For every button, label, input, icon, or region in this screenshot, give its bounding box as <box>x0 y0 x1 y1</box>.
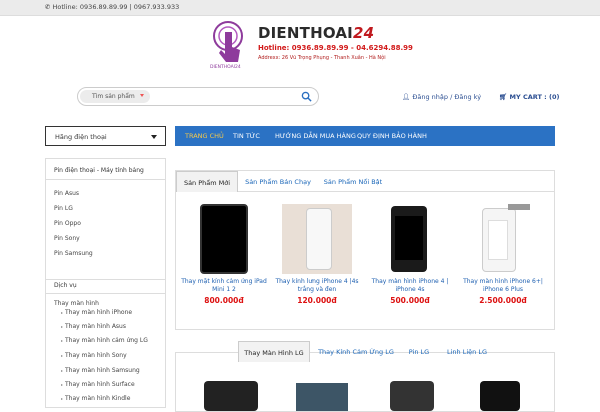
cart-link[interactable]: 🛒︎ MY CART : (0) <box>499 93 560 101</box>
logo-hotline: Hotline: 0936.89.89.99 - 04.6294.88.99 <box>258 44 413 52</box>
product-price: 500.000đ <box>390 296 430 305</box>
chevron-down-icon <box>140 94 144 97</box>
product-name[interactable]: Thay màn hình iPhone 6+| iPhone 6 Plus <box>458 278 548 294</box>
product-price: 800.000đ <box>204 296 244 305</box>
product-card[interactable]: Thay kính lưng iPhone 4 |4s trắng và đen… <box>272 204 362 305</box>
product-card[interactable]: Thay mặt kính cảm ứng iPad Mini 1 2 800.… <box>179 204 269 305</box>
product-image[interactable] <box>375 204 445 274</box>
product-card[interactable]: Thay màn hình iPhone 4 | iPhone 4s 500.0… <box>365 204 455 305</box>
tab-lg-touch-glass[interactable]: Thay Kính Cảm Ứng LG <box>316 341 396 362</box>
nav-home[interactable]: TRANG CHỦ <box>185 132 224 140</box>
product-name[interactable]: Thay kính lưng iPhone 4 |4s trắng và đen <box>272 278 362 294</box>
category-dropdown[interactable]: Hãng điện thoại <box>45 126 166 146</box>
cart-icon: 🛒︎ <box>499 93 510 101</box>
sidebar-title-pin: Pin điện thoại - Máy tính bảng <box>46 167 165 180</box>
tab-featured[interactable]: Sản Phẩm Nổi Bật <box>316 171 390 192</box>
sidebar-item-pin-lg[interactable]: Pin LG <box>54 205 73 212</box>
top-bar: ✆ Hotline: 0936.89.89.99 | 0967.933.933 <box>0 0 600 16</box>
product-image[interactable] <box>296 383 348 411</box>
sidebar-item-screen-parent[interactable]: Thay màn hình <box>54 300 99 307</box>
product-price: 120.000đ <box>297 296 337 305</box>
touch-hand-icon: DIENTHOAI24 <box>210 21 243 70</box>
sidebar-item-screen-surface[interactable]: Thay màn hình Surface <box>61 381 135 388</box>
login-link[interactable]: 👤︎ Đăng nhập / Đăng ký <box>402 93 481 101</box>
product-name[interactable]: Thay mặt kính cảm ứng iPad Mini 1 2 <box>179 278 269 294</box>
tab-lg-screen[interactable]: Thay Màn Hình LG <box>238 341 310 362</box>
sidebar-item-screen-samsung[interactable]: Thay màn hình Samsung <box>61 367 140 374</box>
sidebar-item-screen-sony[interactable]: Thay màn hình Sony <box>61 352 127 359</box>
nav-guide[interactable]: HƯỚNG DẪN MUA HÀNG <box>275 132 356 140</box>
tab-lg-battery[interactable]: Pin LG <box>402 341 436 362</box>
product-image[interactable] <box>390 381 434 411</box>
sidebar-item-screen-iphone[interactable]: Thay màn hình iPhone <box>60 309 132 316</box>
product-image[interactable] <box>189 204 259 274</box>
product-box-featured: Sản Phẩm Mới Sản Phẩm Bán Chạy Sản Phẩm … <box>175 170 555 330</box>
logo-address: Addrexx: 26 Vũ Trọng Phụng - Thanh Xuân … <box>258 55 386 61</box>
site-logo[interactable]: DIENTHOAI24 DIENTHOAI24 Hotline: 0936.89… <box>210 20 413 76</box>
product-card[interactable]: Thay màn hình iPhone 6+| iPhone 6 Plus 2… <box>458 204 548 305</box>
sidebar: Pin điện thoại - Máy tính bảng Pin Asus … <box>45 158 166 408</box>
product-tabs: Sản Phẩm Mới Sản Phẩm Bán Chạy Sản Phẩm … <box>176 171 554 192</box>
sidebar-item-pin-samsung[interactable]: Pin Samsung <box>54 250 93 257</box>
main-nav: TRANG CHỦ TIN TỨC HƯỚNG DẪN MUA HÀNG QUY… <box>175 126 555 146</box>
sidebar-item-screen-asus[interactable]: Thay màn hình Asus <box>61 323 126 330</box>
hotline-text: ✆ Hotline: 0936.89.89.99 | 0967.933.933 <box>45 3 180 11</box>
sidebar-item-pin-asus[interactable]: Pin Asus <box>54 190 79 197</box>
brand-name: DIENTHOAI24 <box>258 24 375 42</box>
product-box-lg: Thay Màn Hình LG Thay Kính Cảm Ứng LG Pi… <box>175 341 555 412</box>
sidebar-item-pin-sony[interactable]: Pin Sony <box>54 235 80 242</box>
tab-best-sellers[interactable]: Sản Phẩm Bán Chạy <box>242 171 314 192</box>
logo-caption: DIENTHOAI24 <box>210 64 241 70</box>
product-image[interactable] <box>480 381 520 411</box>
nav-news[interactable]: TIN TỨC <box>233 132 260 140</box>
product-name[interactable]: Thay màn hình iPhone 4 | iPhone 4s <box>365 278 455 294</box>
sidebar-title-service: Dịch vụ <box>46 279 165 294</box>
product-image[interactable] <box>204 381 258 411</box>
search-category-select[interactable]: Tìm sản phẩm <box>80 90 150 103</box>
product-image[interactable] <box>468 204 538 274</box>
sidebar-item-screen-kindle[interactable]: Thay màn hình Kindle <box>60 395 130 402</box>
sidebar-item-pin-oppo[interactable]: Pin Oppo <box>54 220 81 227</box>
user-icon: 👤︎ <box>402 93 413 101</box>
product-price: 2.500.000đ <box>479 296 527 305</box>
tab-lg-parts[interactable]: Linh Liện LG <box>442 341 492 362</box>
product-image[interactable] <box>282 204 352 274</box>
sidebar-item-screen-lg[interactable]: Thay màn hình cảm ứng LG <box>61 337 148 344</box>
phone-icon: ✆ <box>45 3 53 11</box>
tab-new-products[interactable]: Sản Phẩm Mới <box>176 171 238 192</box>
chevron-down-icon <box>151 135 157 139</box>
search-icon[interactable] <box>301 91 312 102</box>
nav-warranty[interactable]: QUY ĐỊNH BẢO HÀNH <box>357 132 427 140</box>
search-bar: Tìm sản phẩm <box>77 87 319 106</box>
